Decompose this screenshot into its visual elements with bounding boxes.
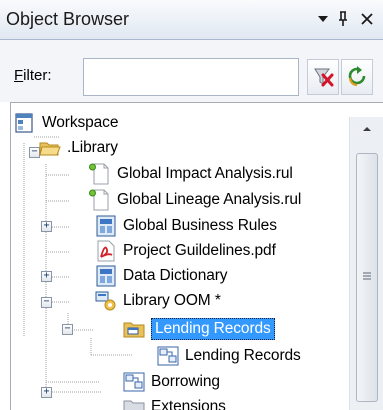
filter-input[interactable] bbox=[83, 58, 299, 96]
class-diagram-icon bbox=[157, 346, 179, 365]
tree-item-label: Global Impact Analysis.rul bbox=[117, 164, 293, 182]
clear-filter-icon bbox=[314, 68, 334, 87]
pin-icon[interactable] bbox=[334, 8, 352, 30]
tree-item-label: Data Dictionary bbox=[123, 266, 228, 284]
package-icon bbox=[123, 322, 145, 337]
panel-title: Object Browser bbox=[6, 9, 130, 29]
tree-item-library-oom[interactable]: Library OOM * bbox=[95, 288, 221, 313]
collapse-toggle-library-oom[interactable]: − bbox=[41, 297, 52, 308]
folder-open-icon bbox=[39, 142, 61, 155]
tree-item-borrowing[interactable]: Borrowing bbox=[123, 369, 220, 394]
scrollbar-grip-icon bbox=[363, 272, 371, 280]
expand-toggle-data-dictionary[interactable]: + bbox=[41, 271, 52, 282]
clear-filter-button[interactable] bbox=[307, 59, 339, 95]
object-tree: − + + − − + Workspace .Library Global Im… bbox=[10, 102, 383, 410]
tree-item-workspace[interactable]: Workspace bbox=[14, 110, 118, 135]
tree-item-label: Library OOM * bbox=[123, 291, 221, 309]
class-diagram-icon bbox=[123, 372, 145, 391]
tree-item-label: Lending Records bbox=[151, 317, 275, 340]
refresh-icon bbox=[348, 66, 366, 87]
filter-toolbar: Filter: bbox=[0, 40, 383, 102]
tree-item-extensions[interactable]: Extensions bbox=[123, 394, 226, 410]
panel-titlebar: Object Browser bbox=[0, 0, 383, 40]
tree-item-lending-records-package[interactable]: Lending Records bbox=[123, 316, 275, 341]
tree-item-label: .Library bbox=[67, 138, 118, 156]
filter-label: Filter: bbox=[14, 67, 52, 84]
tree-item-global-impact-analysis[interactable]: Global Impact Analysis.rul bbox=[89, 161, 293, 186]
expand-toggle-extensions[interactable]: + bbox=[41, 387, 52, 398]
oom-model-icon bbox=[95, 291, 116, 310]
scrollbar-thumb[interactable] bbox=[356, 153, 378, 402]
collapse-toggle-lending-records[interactable]: − bbox=[62, 324, 73, 335]
rule-document-icon bbox=[89, 163, 109, 184]
tree-item-label: Global Business Rules bbox=[123, 216, 277, 234]
tree-item-project-guidelines[interactable]: Project Guildelines.pdf bbox=[95, 238, 276, 263]
tree-item-global-lineage-analysis[interactable]: Global Lineage Analysis.rul bbox=[89, 187, 302, 212]
close-icon[interactable] bbox=[358, 8, 376, 30]
tree-item-label: Extensions bbox=[151, 397, 226, 410]
tree-item-data-dictionary[interactable]: Data Dictionary bbox=[95, 263, 228, 288]
folder-icon bbox=[123, 400, 145, 410]
expand-toggle-global-business-rules[interactable]: + bbox=[41, 221, 52, 232]
tree-item-label: Workspace bbox=[42, 113, 119, 131]
rule-document-icon bbox=[89, 189, 109, 210]
tree-item-label: Global Lineage Analysis.rul bbox=[117, 190, 302, 208]
tree-item-label: Project Guildelines.pdf bbox=[123, 241, 276, 259]
tree-item-label: Borrowing bbox=[151, 372, 220, 390]
model-icon bbox=[96, 265, 116, 286]
refresh-button[interactable] bbox=[341, 59, 373, 95]
tree-item-library[interactable]: .Library bbox=[39, 135, 118, 160]
model-icon bbox=[96, 215, 116, 236]
dropdown-arrow-icon[interactable] bbox=[314, 8, 332, 30]
scroll-up-arrow-icon[interactable] bbox=[358, 123, 376, 135]
workspace-icon bbox=[15, 112, 33, 133]
tree-vertical-scrollbar[interactable] bbox=[349, 117, 383, 410]
pdf-icon bbox=[97, 240, 115, 261]
tree-item-lending-records-diagram[interactable]: Lending Records bbox=[157, 343, 301, 368]
tree-item-global-business-rules[interactable]: Global Business Rules bbox=[95, 213, 277, 238]
tree-item-label: Lending Records bbox=[185, 346, 301, 364]
